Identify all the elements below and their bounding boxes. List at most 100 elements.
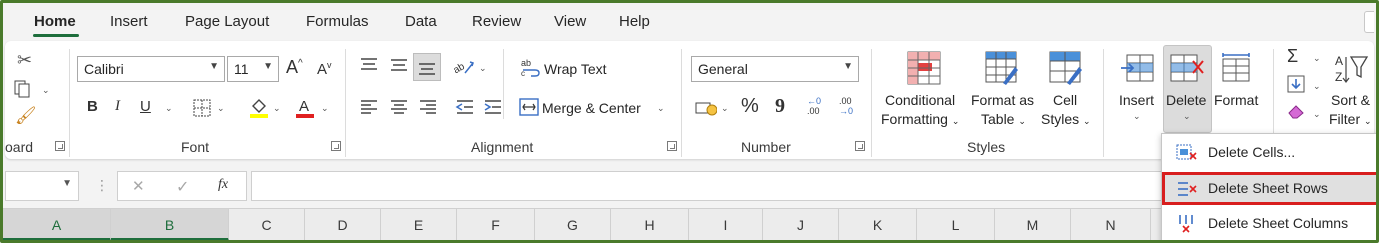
name-box[interactable]: ▼ — [5, 171, 79, 201]
cancel-entry-button[interactable]: ✕ — [132, 177, 145, 195]
wrap-text-icon[interactable]: ab c — [521, 57, 541, 80]
font-color-icon[interactable]: A — [295, 97, 315, 122]
align-middle-icon[interactable] — [389, 57, 409, 76]
tab-view[interactable]: View — [554, 13, 586, 30]
column-header-c[interactable]: C — [229, 209, 305, 240]
italic-button[interactable]: I — [115, 99, 120, 114]
format-cells-button[interactable]: Format — [1214, 92, 1258, 108]
format-as-table-line1[interactable]: Format as — [971, 92, 1034, 108]
align-bottom-icon[interactable] — [413, 53, 441, 81]
confirm-entry-button[interactable]: ✓ — [176, 177, 189, 197]
font-size-select[interactable]: 11 ▼ — [227, 56, 279, 82]
comma-style-button[interactable]: 9 — [775, 96, 785, 116]
grow-font-icon[interactable]: A^ — [286, 58, 303, 76]
menu-item-delete-sheet-columns[interactable]: Delete Sheet Columns — [1162, 207, 1376, 240]
decrease-indent-icon[interactable] — [455, 99, 475, 118]
accounting-chevron-icon[interactable]: ⌄ — [721, 103, 729, 114]
formula-bar-grip-icon[interactable]: ⋮ — [95, 177, 109, 194]
accounting-format-icon[interactable] — [695, 99, 718, 120]
align-left-icon[interactable] — [359, 99, 379, 118]
increase-indent-icon[interactable] — [483, 99, 503, 118]
conditional-formatting-line1[interactable]: Conditional — [885, 92, 955, 108]
number-format-select[interactable]: General ▼ — [691, 56, 859, 82]
copy-icon[interactable] — [13, 79, 35, 102]
tab-formulas[interactable]: Formulas — [306, 13, 369, 30]
clipboard-launcher-icon[interactable] — [55, 141, 65, 151]
shrink-font-icon[interactable]: Av — [317, 61, 332, 78]
delete-cells-label[interactable]: Delete — [1166, 92, 1206, 108]
format-as-table-icon[interactable] — [985, 51, 1019, 88]
tab-page-layout[interactable]: Page Layout — [185, 13, 269, 30]
tab-review[interactable]: Review — [472, 13, 521, 30]
underline-button[interactable]: U — [140, 99, 151, 114]
merge-center-button[interactable]: Merge & Center — [542, 100, 641, 116]
tab-help[interactable]: Help — [619, 13, 650, 30]
clear-icon[interactable] — [1287, 103, 1307, 122]
clear-chevron-icon[interactable]: ⌄ — [1313, 109, 1321, 120]
cell-styles-line2[interactable]: Styles ⌄ — [1041, 111, 1091, 127]
format-painter-icon[interactable]: 🖌 — [15, 107, 37, 124]
align-top-icon[interactable] — [359, 57, 379, 76]
bold-button[interactable]: B — [87, 99, 98, 114]
share-button-edge[interactable] — [1364, 11, 1374, 33]
column-header-n[interactable]: N — [1071, 209, 1151, 240]
font-color-chevron-icon[interactable]: ⌄ — [321, 103, 329, 114]
wrap-text-button[interactable]: Wrap Text — [544, 61, 607, 77]
format-as-table-line2[interactable]: Table ⌄ — [981, 111, 1026, 127]
column-header-h[interactable]: H — [611, 209, 689, 240]
orientation-chevron-icon[interactable]: ⌄ — [479, 63, 487, 74]
sort-filter-icon[interactable]: AZ — [1335, 53, 1369, 90]
insert-cells-button[interactable]: Insert — [1119, 92, 1154, 108]
name-box-chevron-icon[interactable]: ▼ — [62, 178, 72, 189]
cut-icon[interactable]: ✂ — [17, 51, 32, 69]
increase-decimal-button[interactable]: ←0 .00 — [807, 96, 821, 116]
sort-filter-line1[interactable]: Sort & — [1331, 92, 1370, 108]
delete-chevron-icon[interactable]: ⌄ — [1183, 111, 1191, 122]
decrease-decimal-button[interactable]: .00 →0 — [839, 96, 853, 116]
conditional-formatting-line2[interactable]: Formatting ⌄ — [881, 111, 959, 127]
tab-home[interactable]: Home — [34, 13, 76, 30]
borders-chevron-icon[interactable]: ⌄ — [217, 103, 225, 114]
menu-item-delete-cells[interactable]: Delete Cells... — [1162, 136, 1376, 169]
fill-color-icon[interactable] — [249, 97, 269, 122]
font-launcher-icon[interactable] — [331, 141, 341, 151]
menu-item-delete-sheet-rows[interactable]: Delete Sheet Rows — [1162, 172, 1376, 205]
column-header-l[interactable]: L — [917, 209, 995, 240]
conditional-formatting-icon[interactable] — [907, 51, 941, 88]
alignment-launcher-icon[interactable] — [667, 141, 677, 151]
align-center-icon[interactable] — [389, 99, 409, 118]
format-cells-icon[interactable] — [1219, 53, 1255, 86]
autosum-icon[interactable]: Σ — [1287, 47, 1298, 65]
orientation-icon[interactable]: ab — [452, 57, 477, 80]
column-header-i[interactable]: I — [689, 209, 763, 240]
autosum-chevron-icon[interactable]: ⌄ — [1313, 53, 1321, 64]
fill-chevron-icon[interactable]: ⌄ — [1313, 81, 1321, 92]
percent-button[interactable]: % — [741, 96, 759, 116]
column-header-g[interactable]: G — [535, 209, 611, 240]
font-name-select[interactable]: Calibri ▼ — [77, 56, 225, 82]
insert-function-button[interactable]: fx — [218, 177, 228, 193]
align-right-icon[interactable] — [418, 99, 438, 118]
tab-data[interactable]: Data — [405, 13, 437, 30]
fill-color-chevron-icon[interactable]: ⌄ — [273, 103, 281, 114]
sort-filter-line2[interactable]: Filter ⌄ — [1329, 111, 1372, 127]
insert-chevron-icon[interactable]: ⌄ — [1133, 111, 1141, 122]
tab-insert[interactable]: Insert — [110, 13, 148, 30]
column-header-d[interactable]: D — [305, 209, 381, 240]
column-header-k[interactable]: K — [839, 209, 917, 240]
column-header-a[interactable]: A — [3, 209, 111, 240]
number-launcher-icon[interactable] — [855, 141, 865, 151]
delete-cells-icon[interactable] — [1169, 53, 1205, 86]
copy-chevron-icon[interactable]: ⌄ — [42, 85, 50, 96]
cell-styles-line1[interactable]: Cell — [1053, 92, 1077, 108]
fill-icon[interactable] — [1287, 75, 1305, 96]
column-header-e[interactable]: E — [381, 209, 457, 240]
merge-chevron-icon[interactable]: ⌄ — [657, 103, 665, 114]
column-header-f[interactable]: F — [457, 209, 535, 240]
cell-styles-icon[interactable] — [1049, 51, 1083, 88]
column-header-j[interactable]: J — [763, 209, 839, 240]
merge-center-icon[interactable] — [519, 98, 539, 119]
column-header-m[interactable]: M — [995, 209, 1071, 240]
insert-cells-icon[interactable] — [1119, 53, 1155, 86]
column-header-b[interactable]: B — [111, 209, 229, 240]
